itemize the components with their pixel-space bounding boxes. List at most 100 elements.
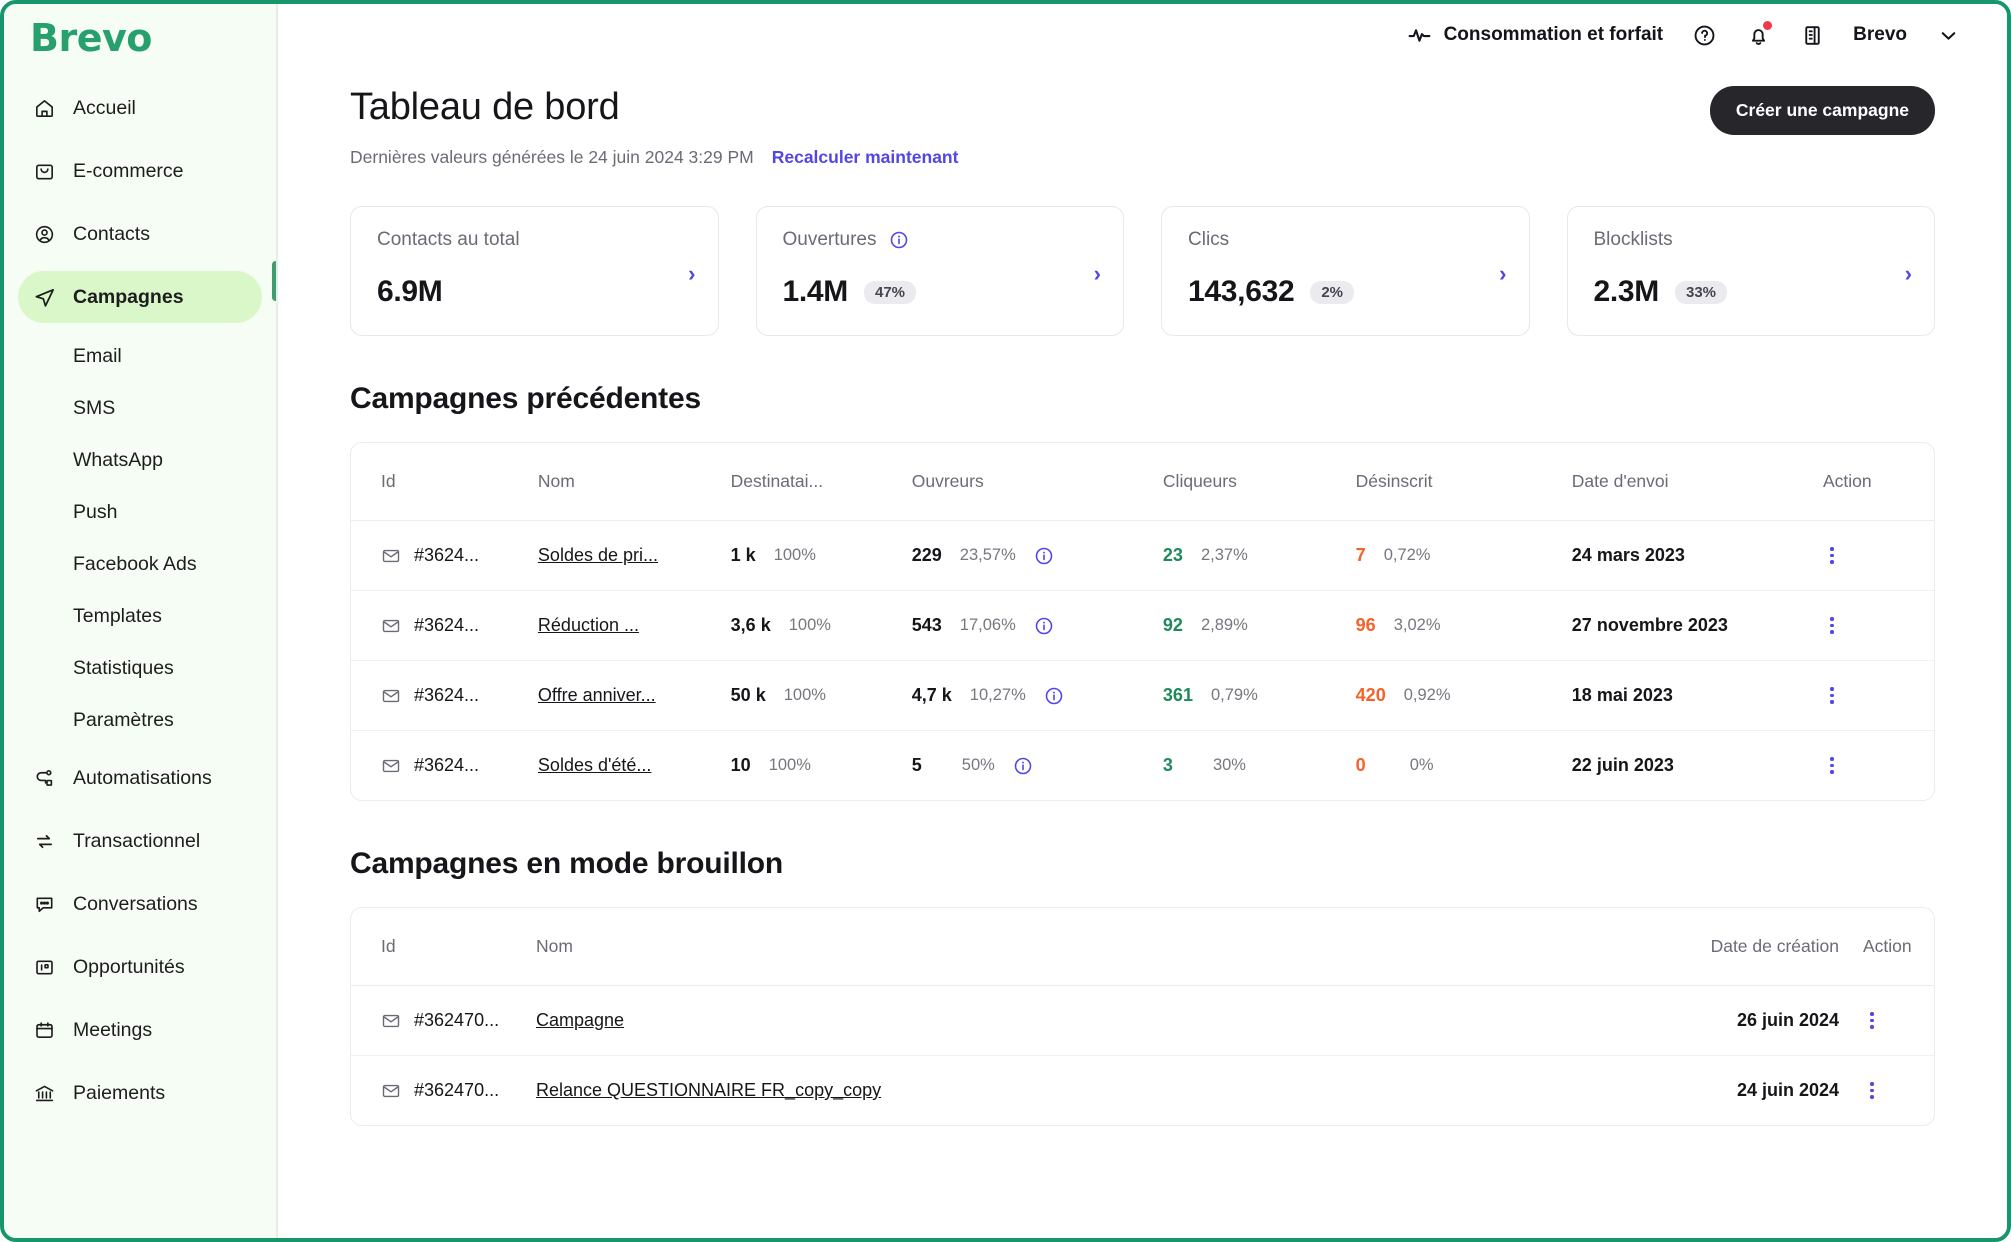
campaign-id-cell: #3624... <box>381 545 538 566</box>
stat-card-pill: 2% <box>1310 281 1354 304</box>
sidebar-item-label: Automatisations <box>73 767 212 790</box>
exchange-icon <box>32 829 56 853</box>
sidebar-item-label: Meetings <box>73 1019 152 1042</box>
stat-card-clics[interactable]: Clics 143,632 2% › <box>1161 206 1530 336</box>
sidebar-item-label: Transactionnel <box>73 830 200 853</box>
chevron-down-icon[interactable] <box>1935 22 1961 48</box>
sidebar-item-statistiques[interactable]: Statistiques <box>18 642 262 694</box>
brevo-logo[interactable]: Brevo <box>4 4 276 82</box>
sidebar-item-paiements[interactable]: Paiements <box>18 1067 262 1119</box>
stat-card-contacts[interactable]: Contacts au total 6.9M › <box>350 206 719 336</box>
column-header-cliqueurs[interactable]: Cliqueurs <box>1163 443 1356 521</box>
stat-card-ouvertures[interactable]: Ouvertures 1.4M 47% › <box>756 206 1125 336</box>
recipients-value: 10 <box>731 755 751 776</box>
openers-pct: 23,57% <box>960 546 1016 565</box>
recipients-value: 1 k <box>731 545 756 566</box>
usage-label: Consommation et forfait <box>1444 24 1664 46</box>
sidebar-item-facebook-ads[interactable]: Facebook Ads <box>18 538 262 590</box>
sidebar-item-meetings[interactable]: Meetings <box>18 1004 262 1056</box>
draft-name-link[interactable]: Campagne <box>536 1010 624 1030</box>
page-title: Tableau de bord <box>350 86 958 129</box>
usage-and-plan-link[interactable]: Consommation et forfait <box>1407 22 1664 48</box>
table-row[interactable]: #3624... Offre anniver... 50 k100% 4,7 k… <box>351 661 1934 731</box>
column-header-ouvreurs[interactable]: Ouvreurs <box>912 443 1163 521</box>
sidebar-item-accueil[interactable]: Accueil <box>18 82 262 134</box>
sidebar-item-email[interactable]: Email <box>18 330 262 382</box>
campaign-name-link[interactable]: Soldes d'été... <box>538 755 652 775</box>
chevron-right-icon[interactable]: › <box>688 263 695 285</box>
table-row[interactable]: #3624... Réduction ... 3,6 k100% 54317,0… <box>351 591 1934 661</box>
bell-icon[interactable] <box>1745 22 1771 48</box>
table-row[interactable]: #3624... Soldes d'été... 10100% 550% 330… <box>351 731 1934 801</box>
recalculate-link[interactable]: Recalculer maintenant <box>772 147 959 168</box>
campaign-name-link[interactable]: Réduction ... <box>538 615 639 635</box>
sidebar-item-label: Contacts <box>73 223 150 246</box>
column-header-desinscrit[interactable]: Désinscrit <box>1356 443 1572 521</box>
info-icon[interactable] <box>1034 546 1054 566</box>
sidebar-item-label: Conversations <box>73 893 198 916</box>
draft-name-link[interactable]: Relance QUESTIONNAIRE FR_copy_copy <box>536 1080 881 1100</box>
row-actions-menu-icon[interactable] <box>1863 1012 1881 1029</box>
chevron-right-icon[interactable]: › <box>1905 263 1912 285</box>
draft-id: #362470... <box>414 1080 499 1101</box>
sidebar-item-templates[interactable]: Templates <box>18 590 262 642</box>
stat-card-pill: 33% <box>1675 281 1727 304</box>
sidebar-item-ecommerce[interactable]: E-commerce <box>18 145 262 197</box>
create-campaign-button[interactable]: Créer une campagne <box>1710 86 1935 135</box>
stat-card-value: 6.9M <box>377 275 443 309</box>
envelope-icon <box>381 616 401 636</box>
column-header-id[interactable]: Id <box>351 443 538 521</box>
column-header-date-creation[interactable]: Date de création <box>1579 908 1839 986</box>
column-header-date-envoi[interactable]: Date d'envoi <box>1572 443 1823 521</box>
sidebar-item-automatisations[interactable]: Automatisations <box>18 752 262 804</box>
row-actions-menu-icon[interactable] <box>1823 757 1841 774</box>
stat-card-label: Contacts au total <box>377 229 520 251</box>
stat-card-blocklists[interactable]: Blocklists 2.3M 33% › <box>1567 206 1936 336</box>
sidebar-item-campagnes[interactable]: Campagnes <box>18 271 262 323</box>
sidebar-item-label: Accueil <box>73 97 136 120</box>
stat-cards: Contacts au total 6.9M › Ouvertures <box>350 206 1935 336</box>
info-icon[interactable] <box>1034 616 1054 636</box>
table-row[interactable]: #362470... Campagne 26 juin 2024 <box>351 986 1934 1056</box>
column-header-nom[interactable]: Nom <box>536 908 1579 986</box>
row-actions-menu-icon[interactable] <box>1863 1082 1881 1099</box>
sidebar-item-conversations[interactable]: Conversations <box>18 878 262 930</box>
sidebar-item-sms[interactable]: SMS <box>18 382 262 434</box>
calendar-icon <box>32 1018 56 1042</box>
campaign-name-link[interactable]: Soldes de pri... <box>538 545 658 565</box>
stat-card-pill: 47% <box>864 281 916 304</box>
chevron-right-icon[interactable]: › <box>1094 263 1101 285</box>
sidebar-item-parametres[interactable]: Paramètres <box>18 694 262 746</box>
recipients-pct: 100% <box>769 756 811 775</box>
info-icon[interactable] <box>889 230 909 250</box>
column-header-id[interactable]: Id <box>351 908 536 986</box>
row-actions-menu-icon[interactable] <box>1823 687 1841 704</box>
info-icon[interactable] <box>1044 686 1064 706</box>
campaign-name-link[interactable]: Offre anniver... <box>538 685 656 705</box>
sidebar-item-transactionnel[interactable]: Transactionnel <box>18 815 262 867</box>
sidebar-nav-primary: Accueil E-commerce Contacts <box>4 82 276 323</box>
column-header-destinataires[interactable]: Destinatai... <box>731 443 912 521</box>
unsub-pct: 3,02% <box>1394 616 1441 635</box>
sidebar-item-label: Campagnes <box>73 286 184 309</box>
stat-card-label: Clics <box>1188 229 1229 251</box>
sidebar-item-contacts[interactable]: Contacts <box>18 208 262 260</box>
chevron-right-icon[interactable]: › <box>1499 263 1506 285</box>
unsub-value: 420 <box>1356 685 1386 706</box>
creation-date: 26 juin 2024 <box>1737 1010 1839 1030</box>
info-icon[interactable] <box>1013 756 1033 776</box>
sidebar-item-opportunites[interactable]: Opportunités <box>18 941 262 993</box>
building-icon[interactable] <box>1799 22 1825 48</box>
sidebar-item-push[interactable]: Push <box>18 486 262 538</box>
column-header-action: Action <box>1839 908 1934 986</box>
account-name[interactable]: Brevo <box>1853 24 1907 46</box>
row-actions-menu-icon[interactable] <box>1823 547 1841 564</box>
help-circle-icon[interactable] <box>1691 22 1717 48</box>
table-row[interactable]: #3624... Soldes de pri... 1 k100% 22923,… <box>351 521 1934 591</box>
sidebar-item-whatsapp[interactable]: WhatsApp <box>18 434 262 486</box>
clickers-pct: 2,37% <box>1201 546 1248 565</box>
row-actions-menu-icon[interactable] <box>1823 617 1841 634</box>
column-header-nom[interactable]: Nom <box>538 443 731 521</box>
clickers-value: 361 <box>1163 685 1193 706</box>
table-row[interactable]: #362470... Relance QUESTIONNAIRE FR_copy… <box>351 1056 1934 1126</box>
